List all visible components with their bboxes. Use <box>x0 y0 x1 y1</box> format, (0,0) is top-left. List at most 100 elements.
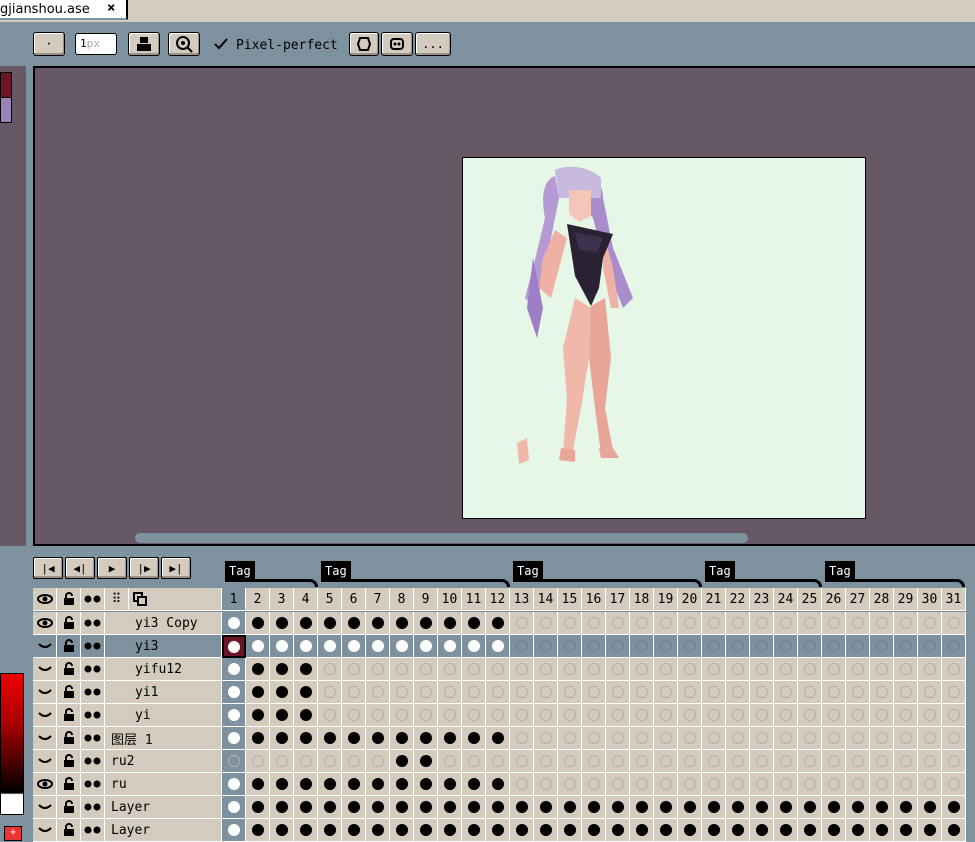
cel[interactable] <box>894 704 918 727</box>
cel[interactable] <box>222 773 246 796</box>
cel[interactable] <box>750 704 774 727</box>
cel[interactable] <box>606 681 630 704</box>
cel[interactable] <box>630 704 654 727</box>
frame-number[interactable]: 17 <box>606 588 630 611</box>
cel[interactable] <box>750 635 774 658</box>
cel[interactable] <box>246 750 270 773</box>
cel[interactable] <box>774 750 798 773</box>
frame-number[interactable]: 25 <box>798 588 822 611</box>
cel[interactable] <box>630 773 654 796</box>
cel[interactable] <box>846 750 870 773</box>
cel[interactable] <box>678 727 702 750</box>
cel[interactable] <box>270 658 294 681</box>
visibility-toggle[interactable] <box>33 750 57 773</box>
cel[interactable] <box>390 727 414 750</box>
cel[interactable] <box>510 681 534 704</box>
cel[interactable] <box>318 750 342 773</box>
cel[interactable] <box>342 796 366 819</box>
cel[interactable] <box>270 773 294 796</box>
lock-toggle[interactable] <box>57 750 81 773</box>
visibility-toggle[interactable] <box>33 704 57 727</box>
cel[interactable] <box>438 773 462 796</box>
cel[interactable] <box>318 681 342 704</box>
cel[interactable] <box>630 750 654 773</box>
cel[interactable] <box>270 796 294 819</box>
background-color-swatch[interactable] <box>0 97 12 123</box>
cel[interactable] <box>246 796 270 819</box>
cel[interactable] <box>462 704 486 727</box>
visibility-toggle[interactable] <box>33 681 57 704</box>
cel[interactable] <box>318 612 342 635</box>
cel[interactable] <box>558 658 582 681</box>
cel[interactable] <box>462 727 486 750</box>
cel[interactable] <box>558 773 582 796</box>
cel[interactable] <box>918 681 942 704</box>
cel[interactable] <box>774 796 798 819</box>
cel[interactable] <box>534 612 558 635</box>
cel[interactable] <box>342 658 366 681</box>
cel[interactable] <box>678 704 702 727</box>
cel[interactable] <box>486 750 510 773</box>
cel[interactable] <box>342 612 366 635</box>
cel[interactable] <box>822 681 846 704</box>
layer-row[interactable]: yifu12 <box>33 658 975 681</box>
pixel-perfect-checkbox[interactable] <box>214 38 228 50</box>
cel[interactable] <box>510 727 534 750</box>
cel[interactable] <box>294 704 318 727</box>
cel[interactable] <box>726 635 750 658</box>
cel[interactable] <box>222 658 246 681</box>
cel[interactable] <box>558 704 582 727</box>
cel[interactable] <box>702 704 726 727</box>
close-icon[interactable]: × <box>107 0 115 16</box>
cel[interactable] <box>366 704 390 727</box>
cel[interactable] <box>270 750 294 773</box>
cel[interactable] <box>558 727 582 750</box>
cel[interactable] <box>846 704 870 727</box>
cel[interactable] <box>678 773 702 796</box>
cel[interactable] <box>246 635 270 658</box>
cel[interactable] <box>462 658 486 681</box>
cel[interactable] <box>342 750 366 773</box>
cel[interactable] <box>534 796 558 819</box>
layer-row[interactable]: yi <box>33 704 975 727</box>
visibility-toggle[interactable] <box>33 635 57 658</box>
cel[interactable] <box>630 681 654 704</box>
cel[interactable] <box>822 612 846 635</box>
cel[interactable] <box>750 727 774 750</box>
cel[interactable] <box>390 635 414 658</box>
cel[interactable] <box>918 612 942 635</box>
visibility-toggle[interactable] <box>33 727 57 750</box>
cel[interactable] <box>486 796 510 819</box>
brush-size-input[interactable]: 1px <box>75 33 117 55</box>
cel[interactable] <box>390 612 414 635</box>
horizontal-scrollbar[interactable] <box>135 533 748 543</box>
cel[interactable] <box>582 796 606 819</box>
cel[interactable] <box>774 681 798 704</box>
cel[interactable] <box>846 658 870 681</box>
layer-row[interactable]: yi3 <box>33 635 975 658</box>
cel[interactable] <box>462 681 486 704</box>
cel[interactable] <box>222 612 246 635</box>
cel[interactable] <box>894 635 918 658</box>
cel[interactable] <box>894 612 918 635</box>
cel[interactable] <box>750 612 774 635</box>
cel[interactable] <box>726 658 750 681</box>
frame-number[interactable]: 15 <box>558 588 582 611</box>
tag-label[interactable]: Tag <box>825 561 855 581</box>
cel[interactable] <box>750 796 774 819</box>
cel[interactable] <box>222 796 246 819</box>
cel[interactable] <box>438 635 462 658</box>
cel[interactable] <box>678 750 702 773</box>
cel[interactable] <box>942 750 966 773</box>
cel[interactable] <box>798 773 822 796</box>
layer-row[interactable]: yi3 Copy <box>33 612 975 635</box>
cel[interactable] <box>798 796 822 819</box>
cel[interactable] <box>702 658 726 681</box>
cel[interactable] <box>366 612 390 635</box>
lock-toggle[interactable] <box>57 704 81 727</box>
cel[interactable] <box>822 750 846 773</box>
cel[interactable] <box>654 658 678 681</box>
cel[interactable] <box>678 612 702 635</box>
cel[interactable] <box>894 773 918 796</box>
cel[interactable] <box>702 612 726 635</box>
